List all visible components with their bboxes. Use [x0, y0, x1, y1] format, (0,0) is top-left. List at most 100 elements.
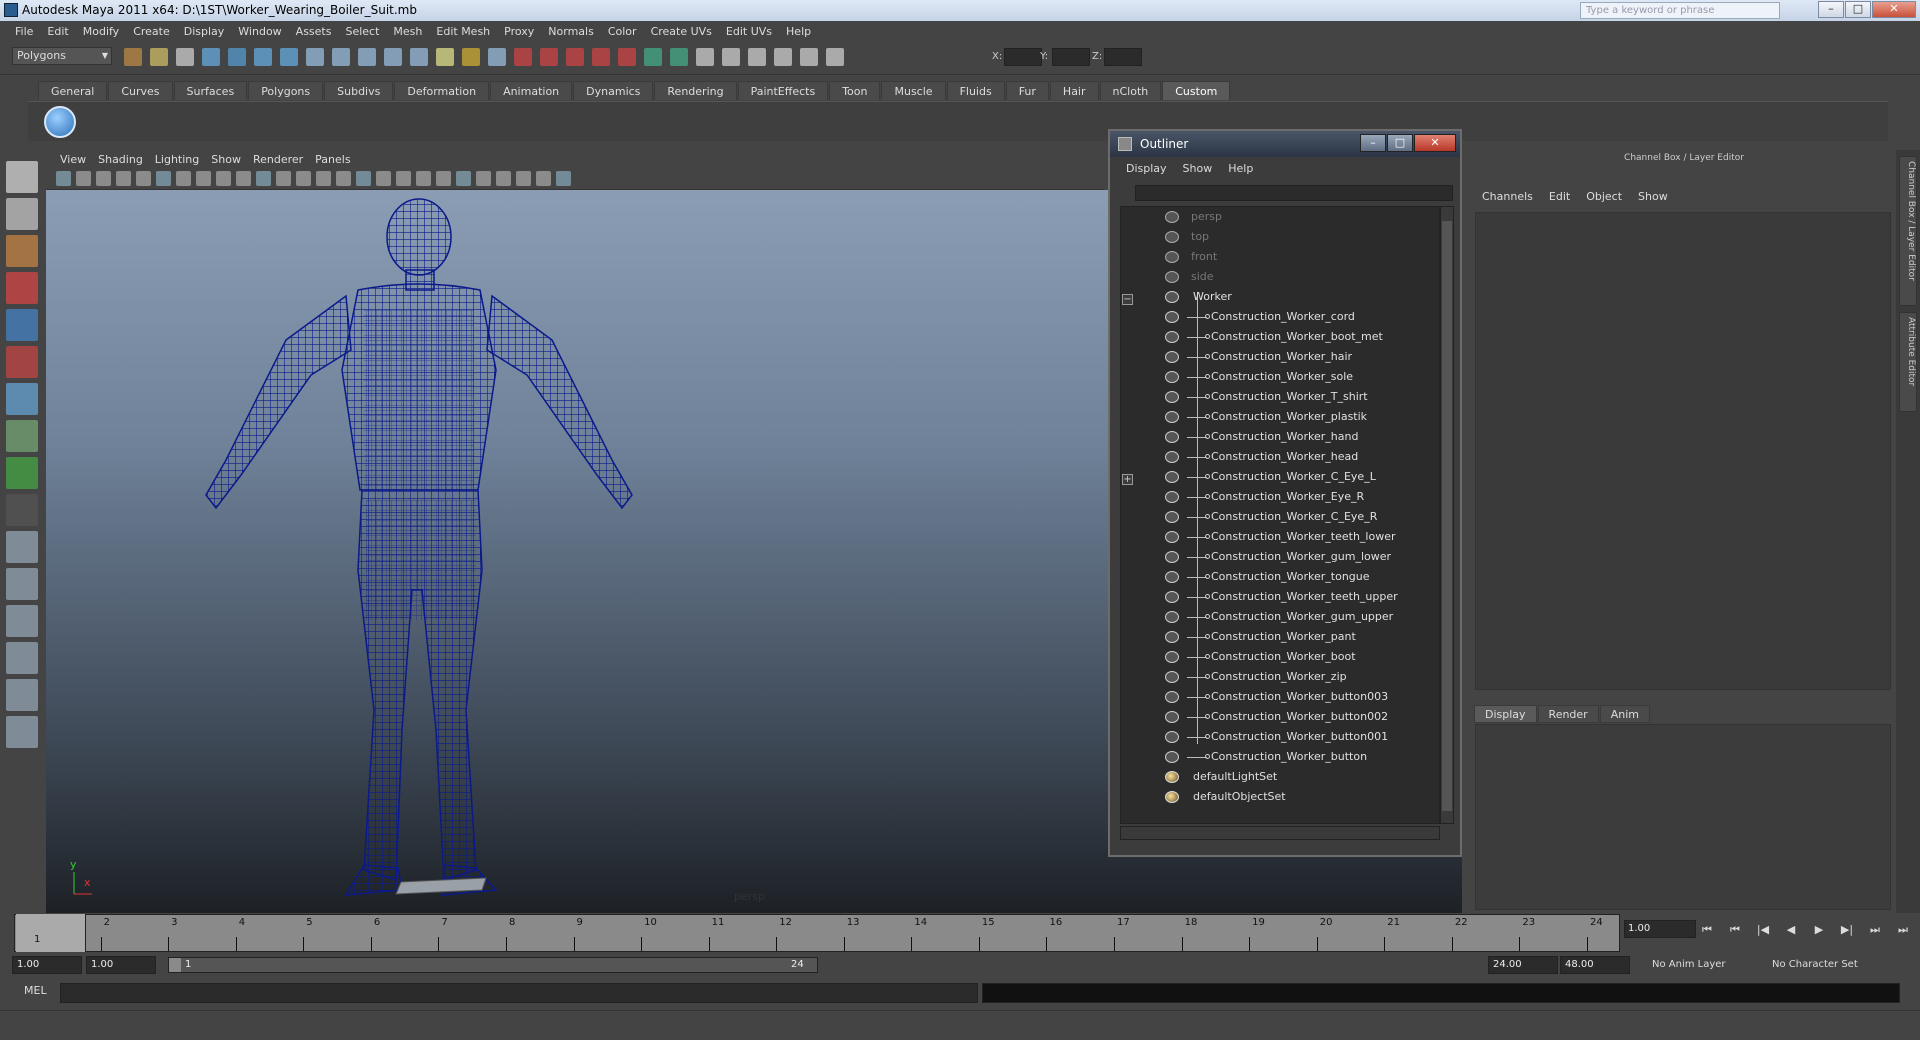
outliner-mesh-row[interactable]: Construction_Worker_zip — [1121, 667, 1439, 687]
current-time-field[interactable]: 1.00 — [1624, 920, 1696, 938]
menu-edit[interactable]: Edit — [40, 25, 75, 38]
channel-menu-object[interactable]: Object — [1578, 190, 1630, 208]
viewport-tool-icon[interactable] — [356, 171, 371, 186]
shelf-tab-muscle[interactable]: Muscle — [881, 81, 946, 100]
toolbox-tool-icon[interactable] — [6, 457, 38, 489]
playback-button-icon[interactable]: ⏭ — [1894, 922, 1912, 938]
outliner-mesh-row[interactable]: Construction_Worker_boot_met — [1121, 327, 1439, 347]
outliner-mesh-row[interactable]: Construction_Worker_pant — [1121, 627, 1439, 647]
toolbar-tool-icon[interactable] — [202, 48, 220, 66]
channel-menu-channels[interactable]: Channels — [1474, 190, 1541, 208]
shelf-tab-dynamics[interactable]: Dynamics — [573, 81, 654, 100]
collapse-toggle[interactable]: − — [1122, 294, 1133, 305]
menu-file[interactable]: File — [8, 25, 40, 38]
toolbar-tool-icon[interactable] — [280, 48, 298, 66]
menu-set-select[interactable]: Polygons ▼ — [12, 47, 112, 65]
x-field[interactable] — [1004, 48, 1042, 66]
playback-button-icon[interactable]: ⏭ — [1866, 922, 1884, 938]
toolbar-tool-icon[interactable] — [462, 48, 480, 66]
outliner-menu-display[interactable]: Display — [1118, 162, 1175, 175]
viewport-tool-icon[interactable] — [236, 171, 251, 186]
shelf-tab-deformation[interactable]: Deformation — [394, 81, 490, 100]
time-slider[interactable]: 123456789101112131415161718192021222324 — [14, 914, 1620, 952]
outliner-mesh-row[interactable]: Construction_Worker_gum_upper — [1121, 607, 1439, 627]
viewport-tool-icon[interactable] — [476, 171, 491, 186]
menu-help[interactable]: Help — [779, 25, 818, 38]
toolbar-tool-icon[interactable] — [488, 48, 506, 66]
side-tab-attribute-editor[interactable]: Attribute Editor — [1899, 312, 1917, 412]
menu-modify[interactable]: Modify — [76, 25, 126, 38]
toolbox-tool-icon[interactable] — [6, 235, 38, 267]
outliner-camera-row[interactable]: top — [1121, 227, 1439, 247]
outliner-camera-row[interactable]: side — [1121, 267, 1439, 287]
viewport-tool-icon[interactable] — [176, 171, 191, 186]
viewport-menu-renderer[interactable]: Renderer — [247, 153, 309, 166]
toolbar-tool-icon[interactable] — [540, 48, 558, 66]
mel-label[interactable]: MEL — [24, 984, 47, 997]
outliner-mesh-row[interactable]: Construction_Worker_teeth_lower — [1121, 527, 1439, 547]
toolbar-tool-icon[interactable] — [722, 48, 740, 66]
outliner-mesh-row[interactable]: Construction_Worker_sole — [1121, 367, 1439, 387]
help-search-input[interactable]: Type a keyword or phrase — [1580, 2, 1780, 19]
toolbar-tool-icon[interactable] — [800, 48, 818, 66]
outliner-mesh-row[interactable]: Construction_Worker_hair — [1121, 347, 1439, 367]
shelf-tab-polygons[interactable]: Polygons — [248, 81, 324, 100]
outliner-minimize-button[interactable]: – — [1360, 134, 1386, 152]
menu-edit-uvs[interactable]: Edit UVs — [719, 25, 779, 38]
outliner-mesh-row[interactable]: Construction_Worker_boot — [1121, 647, 1439, 667]
shelf-tab-toon[interactable]: Toon — [829, 81, 881, 100]
shelf-tab-subdivs[interactable]: Subdivs — [324, 81, 394, 100]
toolbox-tool-icon[interactable] — [6, 531, 38, 563]
playback-button-icon[interactable]: ⏮ — [1726, 922, 1744, 938]
shelf-tab-rendering[interactable]: Rendering — [654, 81, 737, 100]
viewport-tool-icon[interactable] — [256, 171, 271, 186]
outliner-mesh-row[interactable]: Construction_Worker_head — [1121, 447, 1439, 467]
viewport-tool-icon[interactable] — [416, 171, 431, 186]
viewport-tool-icon[interactable] — [296, 171, 311, 186]
close-button[interactable]: ✕ — [1872, 1, 1916, 18]
anim-layer-select[interactable]: No Anim Layer — [1652, 956, 1726, 974]
toolbar-tool-icon[interactable] — [592, 48, 610, 66]
outliner-mesh-row[interactable]: Construction_Worker_cord — [1121, 307, 1439, 327]
outliner-mesh-row[interactable]: Construction_Worker_T_shirt — [1121, 387, 1439, 407]
outliner-mesh-row[interactable]: Construction_Worker_hand — [1121, 427, 1439, 447]
outliner-mesh-row[interactable]: Construction_Worker_button — [1121, 747, 1439, 767]
layer-tab-render[interactable]: Render — [1537, 705, 1599, 723]
viewport-tool-icon[interactable] — [96, 171, 111, 186]
toolbox-tool-icon[interactable] — [6, 309, 38, 341]
range-handle[interactable] — [169, 958, 181, 972]
outliner-set-row[interactable]: defaultLightSet — [1121, 767, 1439, 787]
shelf-tab-ncloth[interactable]: nCloth — [1099, 81, 1162, 100]
toolbox-tool-icon[interactable] — [6, 605, 38, 637]
playback-end-field[interactable]: 24.00 — [1488, 956, 1558, 974]
command-input[interactable] — [60, 983, 978, 1003]
viewport-tool-icon[interactable] — [196, 171, 211, 186]
menu-normals[interactable]: Normals — [541, 25, 601, 38]
toolbox-tool-icon[interactable] — [6, 494, 38, 526]
viewport-tool-icon[interactable] — [336, 171, 351, 186]
menu-assets[interactable]: Assets — [289, 25, 339, 38]
outliner-menu-show[interactable]: Show — [1175, 162, 1221, 175]
shelf-tab-curves[interactable]: Curves — [108, 81, 173, 100]
viewport-tool-icon[interactable] — [516, 171, 531, 186]
shelf-tab-surfaces[interactable]: Surfaces — [173, 81, 248, 100]
toolbar-tool-icon[interactable] — [670, 48, 688, 66]
outliner-set-row[interactable]: defaultObjectSet — [1121, 787, 1439, 807]
y-field[interactable] — [1052, 48, 1090, 66]
toolbox-tool-icon[interactable] — [6, 679, 38, 711]
outliner-camera-row[interactable]: front — [1121, 247, 1439, 267]
toolbox-tool-icon[interactable] — [6, 420, 38, 452]
outliner-mesh-row[interactable]: Construction_Worker_teeth_upper — [1121, 587, 1439, 607]
menu-create-uvs[interactable]: Create UVs — [644, 25, 719, 38]
shelf-tab-painteffects[interactable]: PaintEffects — [737, 81, 829, 100]
toolbar-tool-icon[interactable] — [826, 48, 844, 66]
toolbar-tool-icon[interactable] — [124, 48, 142, 66]
toolbar-tool-icon[interactable] — [306, 48, 324, 66]
menu-window[interactable]: Window — [231, 25, 288, 38]
toolbox-tool-icon[interactable] — [6, 716, 38, 748]
viewport-tool-icon[interactable] — [456, 171, 471, 186]
playback-button-icon[interactable]: ⏮ — [1698, 922, 1716, 938]
viewport-menu-lighting[interactable]: Lighting — [149, 153, 205, 166]
maximize-button[interactable]: □ — [1845, 1, 1871, 18]
toolbar-tool-icon[interactable] — [618, 48, 636, 66]
